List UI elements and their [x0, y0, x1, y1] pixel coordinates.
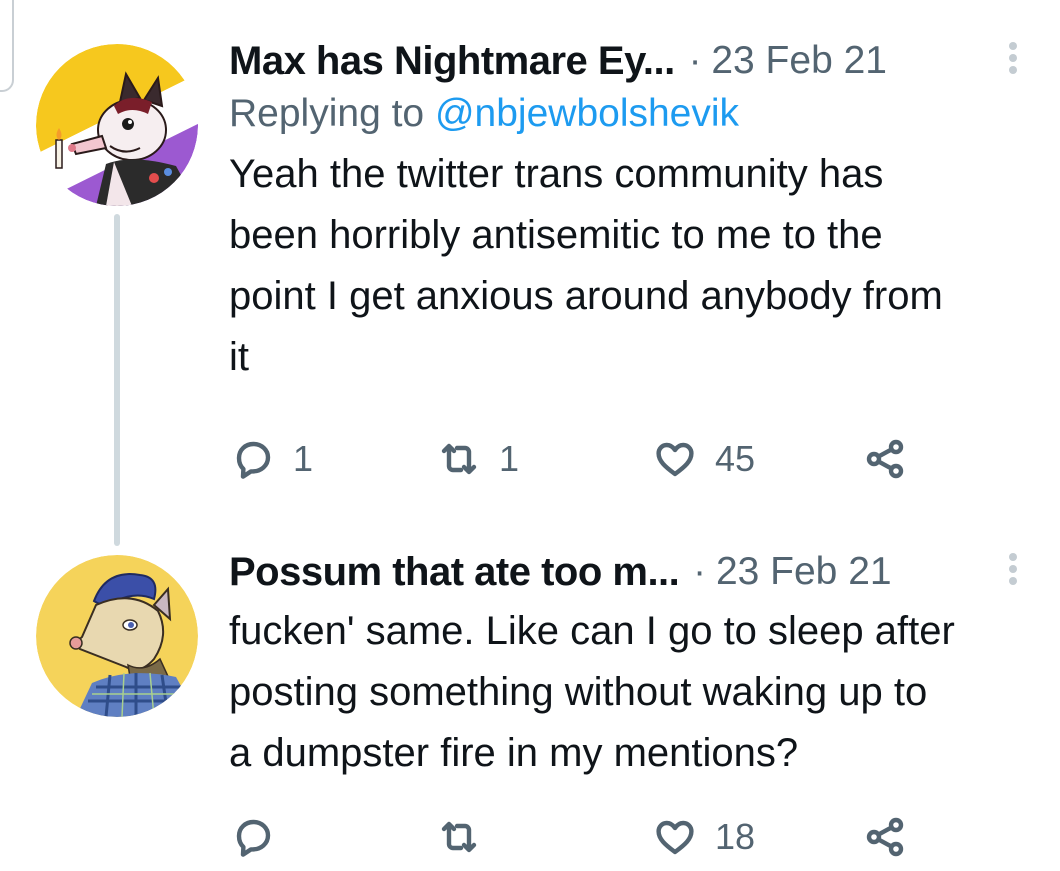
avatar[interactable] [36, 44, 198, 206]
like-count: 18 [715, 816, 756, 857]
reply-count: 1 [293, 438, 314, 479]
heart-icon [656, 442, 694, 477]
share-button[interactable] [861, 434, 909, 484]
previous-tweet-connector [0, 0, 14, 92]
opossum-avatar-pride-flag [36, 44, 198, 206]
like-count: 45 [715, 438, 756, 479]
tweet-text: fucken' same. Like can I go to sleep aft… [229, 609, 955, 775]
avatar[interactable] [36, 555, 198, 717]
tweet-text: Yeah the twitter trans community has bee… [229, 152, 943, 379]
like-button[interactable]: 45 [651, 434, 755, 484]
more-vertical-icon[interactable] [1003, 551, 1023, 593]
action-bar: 18 [229, 812, 949, 862]
display-name[interactable]: Max has Nightmare Ey... [229, 39, 675, 84]
retweet-icon [441, 821, 477, 853]
replying-to: Replying to @nbjewbolshevik [229, 92, 1049, 142]
timestamp[interactable]: 23 Feb 21 [711, 39, 887, 83]
share-button[interactable] [861, 812, 909, 862]
retweet-count: 1 [499, 438, 520, 479]
retweet-button[interactable]: 1 [435, 434, 519, 484]
tweet-header: Possum that ate too m... · 23 Feb 21 [229, 549, 1049, 595]
heart-icon [656, 820, 694, 855]
like-button[interactable]: 18 [651, 812, 755, 862]
share-icon [866, 817, 904, 857]
reply-button[interactable]: 1 [229, 434, 313, 484]
share-icon [866, 439, 904, 479]
separator: · [688, 39, 702, 82]
reply-icon [236, 441, 271, 479]
reply-icon [236, 819, 271, 857]
more-vertical-icon[interactable] [1003, 40, 1023, 82]
replying-prefix: Replying to [229, 92, 435, 135]
opossum-avatar-yellow [36, 555, 198, 717]
mention-link[interactable]: @nbjewbolshevik [435, 92, 739, 135]
timestamp[interactable]: 23 Feb 21 [716, 550, 892, 594]
separator: · [693, 550, 706, 593]
tweet-header: Max has Nightmare Ey... · 23 Feb 21 [229, 38, 1049, 84]
reply-button[interactable] [229, 812, 293, 862]
retweet-icon [441, 443, 477, 475]
display-name[interactable]: Possum that ate too m... [229, 550, 680, 595]
action-bar: 1 1 45 [229, 434, 949, 484]
retweet-button[interactable] [435, 812, 499, 862]
thread-line [114, 214, 120, 546]
